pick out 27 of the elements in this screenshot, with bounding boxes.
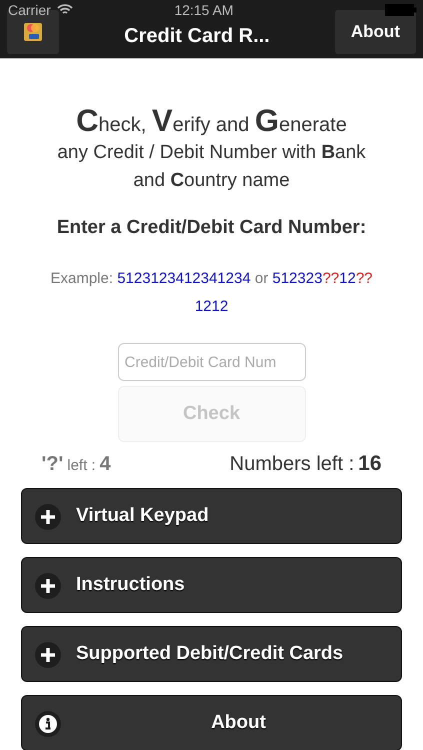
section-button[interactable]: Virtual Keypad	[21, 488, 402, 544]
nav-title: Credit Card R...	[124, 24, 270, 48]
numbers-left-label: Numbers left :	[230, 453, 354, 476]
plus-icon	[35, 504, 61, 530]
card-number-field[interactable]: Credit/Debit Card Num	[118, 343, 306, 381]
battery-icon	[385, 4, 417, 16]
plus-icon	[35, 573, 61, 599]
example-text: 1212	[194, 297, 230, 317]
example-text: Example: 5123123412341234 or 512323??12??	[50, 269, 372, 289]
subheadline: any Credit / Debit Number with Bank	[57, 141, 366, 165]
section-button[interactable]: Instructions	[21, 557, 402, 613]
clock-label: 12:15 AM	[174, 2, 234, 18]
headline: Check, Verify and Generate	[76, 103, 347, 139]
numbers-left-count: 16	[358, 452, 382, 476]
section-button[interactable]: Supported Debit/Credit Cards	[21, 626, 402, 682]
plus-icon	[35, 642, 61, 668]
wildcard-left-label: left :	[67, 457, 96, 474]
section-button[interactable]: About	[21, 695, 402, 750]
carrier-label: Carrier	[8, 2, 51, 18]
subheadline: and Country name	[133, 169, 290, 193]
wildcard-count: 4	[100, 453, 111, 476]
info-icon	[35, 711, 61, 737]
prompt-label: Enter a Credit/Debit Card Number:	[56, 217, 366, 239]
about-button[interactable]: About	[334, 10, 416, 54]
credit-card-icon	[23, 22, 43, 42]
wifi-icon	[56, 4, 73, 16]
wildcard-symbol: '?'	[42, 453, 64, 476]
